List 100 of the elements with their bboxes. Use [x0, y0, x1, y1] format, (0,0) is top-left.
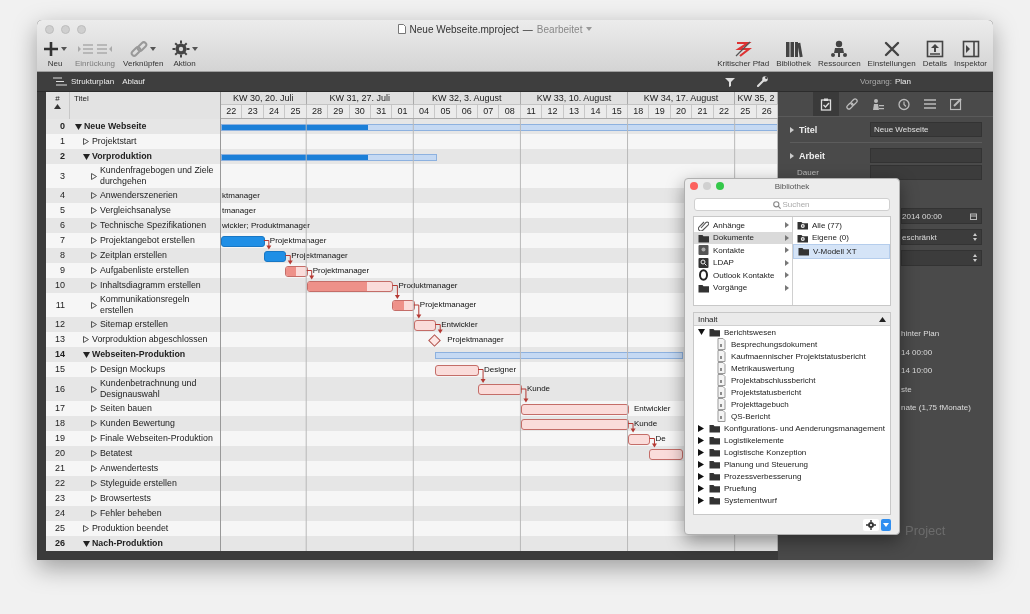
text-field[interactable]: Neue Webseite — [870, 122, 982, 137]
task-triangle-icon[interactable] — [91, 282, 97, 289]
task-title[interactable]: Kunden Bewertung — [100, 417, 175, 430]
source-item[interactable]: Anhänge — [694, 219, 792, 232]
disclosure-triangle-icon[interactable] — [83, 351, 90, 358]
task-bar[interactable] — [478, 384, 522, 395]
task-bar[interactable] — [413, 319, 437, 331]
task-triangle-icon[interactable] — [91, 252, 97, 259]
task-triangle-icon[interactable] — [91, 172, 97, 180]
task-bar[interactable] — [520, 418, 630, 430]
source-item[interactable]: Dokumente — [694, 231, 792, 244]
collection-item[interactable]: V-Modell XT — [793, 244, 890, 259]
task-title[interactable]: Vorproduktion abgeschlossen — [92, 333, 208, 346]
view-tab[interactable]: Ablauf — [122, 77, 145, 86]
task-title[interactable]: Projektangebot erstellen — [100, 234, 195, 247]
task-triangle-icon[interactable] — [83, 138, 89, 145]
toolbar-button[interactable]: Verknüpfen — [121, 39, 166, 68]
task-title[interactable]: Design Mockups — [100, 363, 166, 376]
text-field[interactable] — [870, 165, 982, 180]
tree-item[interactable]: Pruefung — [694, 482, 890, 494]
toolbar-button[interactable]: Bibliothek — [774, 39, 813, 68]
source-item[interactable]: LDAP — [694, 256, 792, 269]
tree-item[interactable]: Kaufmaennischer Projektstatusbericht — [694, 350, 890, 362]
toolbar-button[interactable]: Neu — [41, 39, 69, 68]
task-title[interactable]: Vergleichsanalyse — [100, 204, 171, 217]
search-field[interactable]: Suchen — [694, 198, 890, 211]
task-title[interactable]: Aufgabenliste erstellen — [100, 264, 189, 277]
task-title[interactable]: Seiten bauen — [100, 402, 152, 415]
task-title[interactable]: Inhaltsdiagramm erstellen — [100, 279, 201, 292]
popup-button[interactable]: eschränkt — [901, 229, 982, 245]
task-title[interactable]: Anwendertests — [100, 462, 159, 475]
task-triangle-icon[interactable] — [83, 525, 89, 532]
settings-button[interactable] — [754, 73, 770, 90]
tree-item[interactable]: Projekttagebuch — [694, 398, 890, 410]
disclosure-triangle-icon[interactable] — [75, 123, 82, 130]
task-title[interactable]: Betatest — [100, 447, 133, 460]
tree-item[interactable]: Projektabschlussbericht — [694, 374, 890, 386]
tree-item[interactable]: Logistische Konzeption — [694, 446, 890, 458]
task-title[interactable]: Webseiten-Produktion — [92, 348, 186, 361]
task-triangle-icon[interactable] — [91, 420, 97, 427]
disclosure-triangle-icon[interactable] — [698, 472, 704, 480]
task-title[interactable]: Anwenderszenerien — [100, 189, 178, 202]
task-triangle-icon[interactable] — [91, 237, 97, 244]
task-triangle-icon[interactable] — [91, 465, 97, 472]
task-bar[interactable] — [435, 364, 480, 376]
task-triangle-icon[interactable] — [91, 192, 97, 199]
task-title[interactable]: Nach-Produktion — [92, 537, 163, 550]
disclosure-triangle-icon[interactable] — [83, 540, 90, 547]
tree-item[interactable]: Systementwurf — [694, 494, 890, 506]
task-triangle-icon[interactable] — [91, 301, 97, 309]
tree-item[interactable]: Metrikauswertung — [694, 362, 890, 374]
task-title[interactable]: Projektstart — [92, 135, 137, 148]
task-title[interactable]: Browsertests — [100, 492, 151, 505]
task-title[interactable]: Finale Webseiten-Produktion — [100, 432, 213, 445]
task-bar[interactable] — [285, 265, 308, 277]
task-triangle-icon[interactable] — [91, 267, 97, 274]
task-triangle-icon[interactable] — [91, 435, 97, 442]
disclosure-triangle-icon[interactable] — [698, 424, 704, 432]
task-triangle-icon[interactable] — [83, 336, 89, 343]
task-triangle-icon[interactable] — [91, 222, 97, 229]
source-item[interactable]: Vorgänge — [694, 281, 792, 294]
task-triangle-icon[interactable] — [91, 321, 97, 328]
task-bar[interactable] — [221, 235, 265, 247]
collection-item[interactable]: Eigene (0) — [793, 231, 890, 244]
task-triangle-icon[interactable] — [91, 405, 97, 412]
task-title[interactable]: Vorproduktion — [92, 150, 152, 163]
toolbar-button[interactable]: Einstellungen — [865, 39, 918, 68]
disclosure-triangle-icon[interactable] — [698, 460, 704, 468]
task-title[interactable]: Kundenfragebogen und Ziele durchgehen — [100, 164, 218, 188]
tree-item[interactable]: Besprechungsdokument — [694, 338, 890, 350]
task-bar[interactable] — [628, 433, 651, 445]
task-triangle-icon[interactable] — [91, 480, 97, 487]
tree-item[interactable]: Logistikelemente — [694, 434, 890, 446]
task-bar[interactable] — [392, 300, 415, 311]
source-item[interactable]: Kontakte — [694, 244, 792, 257]
task-title[interactable]: Kundenbetrachnung und Designauswahl — [100, 377, 218, 401]
tree-item[interactable]: Prozessverbesserung — [694, 470, 890, 482]
task-title[interactable]: Sitemap erstellen — [100, 318, 168, 331]
task-title[interactable]: Kommunikationsregeln erstellen — [100, 293, 218, 317]
tree-item[interactable]: Planung und Steuerung — [694, 458, 890, 470]
toolbar-button[interactable]: Details — [920, 39, 950, 68]
view-tab[interactable]: Strukturplan — [53, 77, 115, 86]
tree-item[interactable]: Berichtswesen — [694, 326, 890, 338]
task-bar[interactable] — [306, 280, 394, 292]
date-field[interactable]: 2014 00:00 — [901, 208, 982, 224]
source-item[interactable]: Outlook Kontakte — [694, 269, 792, 282]
task-triangle-icon[interactable] — [91, 495, 97, 502]
inspector-tab[interactable] — [812, 92, 839, 116]
task-triangle-icon[interactable] — [91, 385, 97, 393]
column-header[interactable]: Inhalt — [698, 314, 718, 324]
task-title[interactable]: Zeitplan erstellen — [100, 249, 167, 262]
task-title[interactable]: Produktion beendet — [92, 522, 169, 535]
summary-bar[interactable] — [221, 153, 438, 161]
toolbar-button[interactable]: Ressourcen — [815, 39, 863, 68]
settings-button[interactable] — [863, 518, 879, 531]
disclosure-triangle-icon[interactable] — [698, 484, 704, 492]
disclosure-triangle-icon[interactable] — [83, 153, 90, 160]
task-title[interactable]: Styleguide erstellen — [100, 477, 177, 490]
task-title[interactable]: Fehler beheben — [100, 507, 162, 520]
disclosure-triangle-icon[interactable] — [698, 329, 705, 335]
